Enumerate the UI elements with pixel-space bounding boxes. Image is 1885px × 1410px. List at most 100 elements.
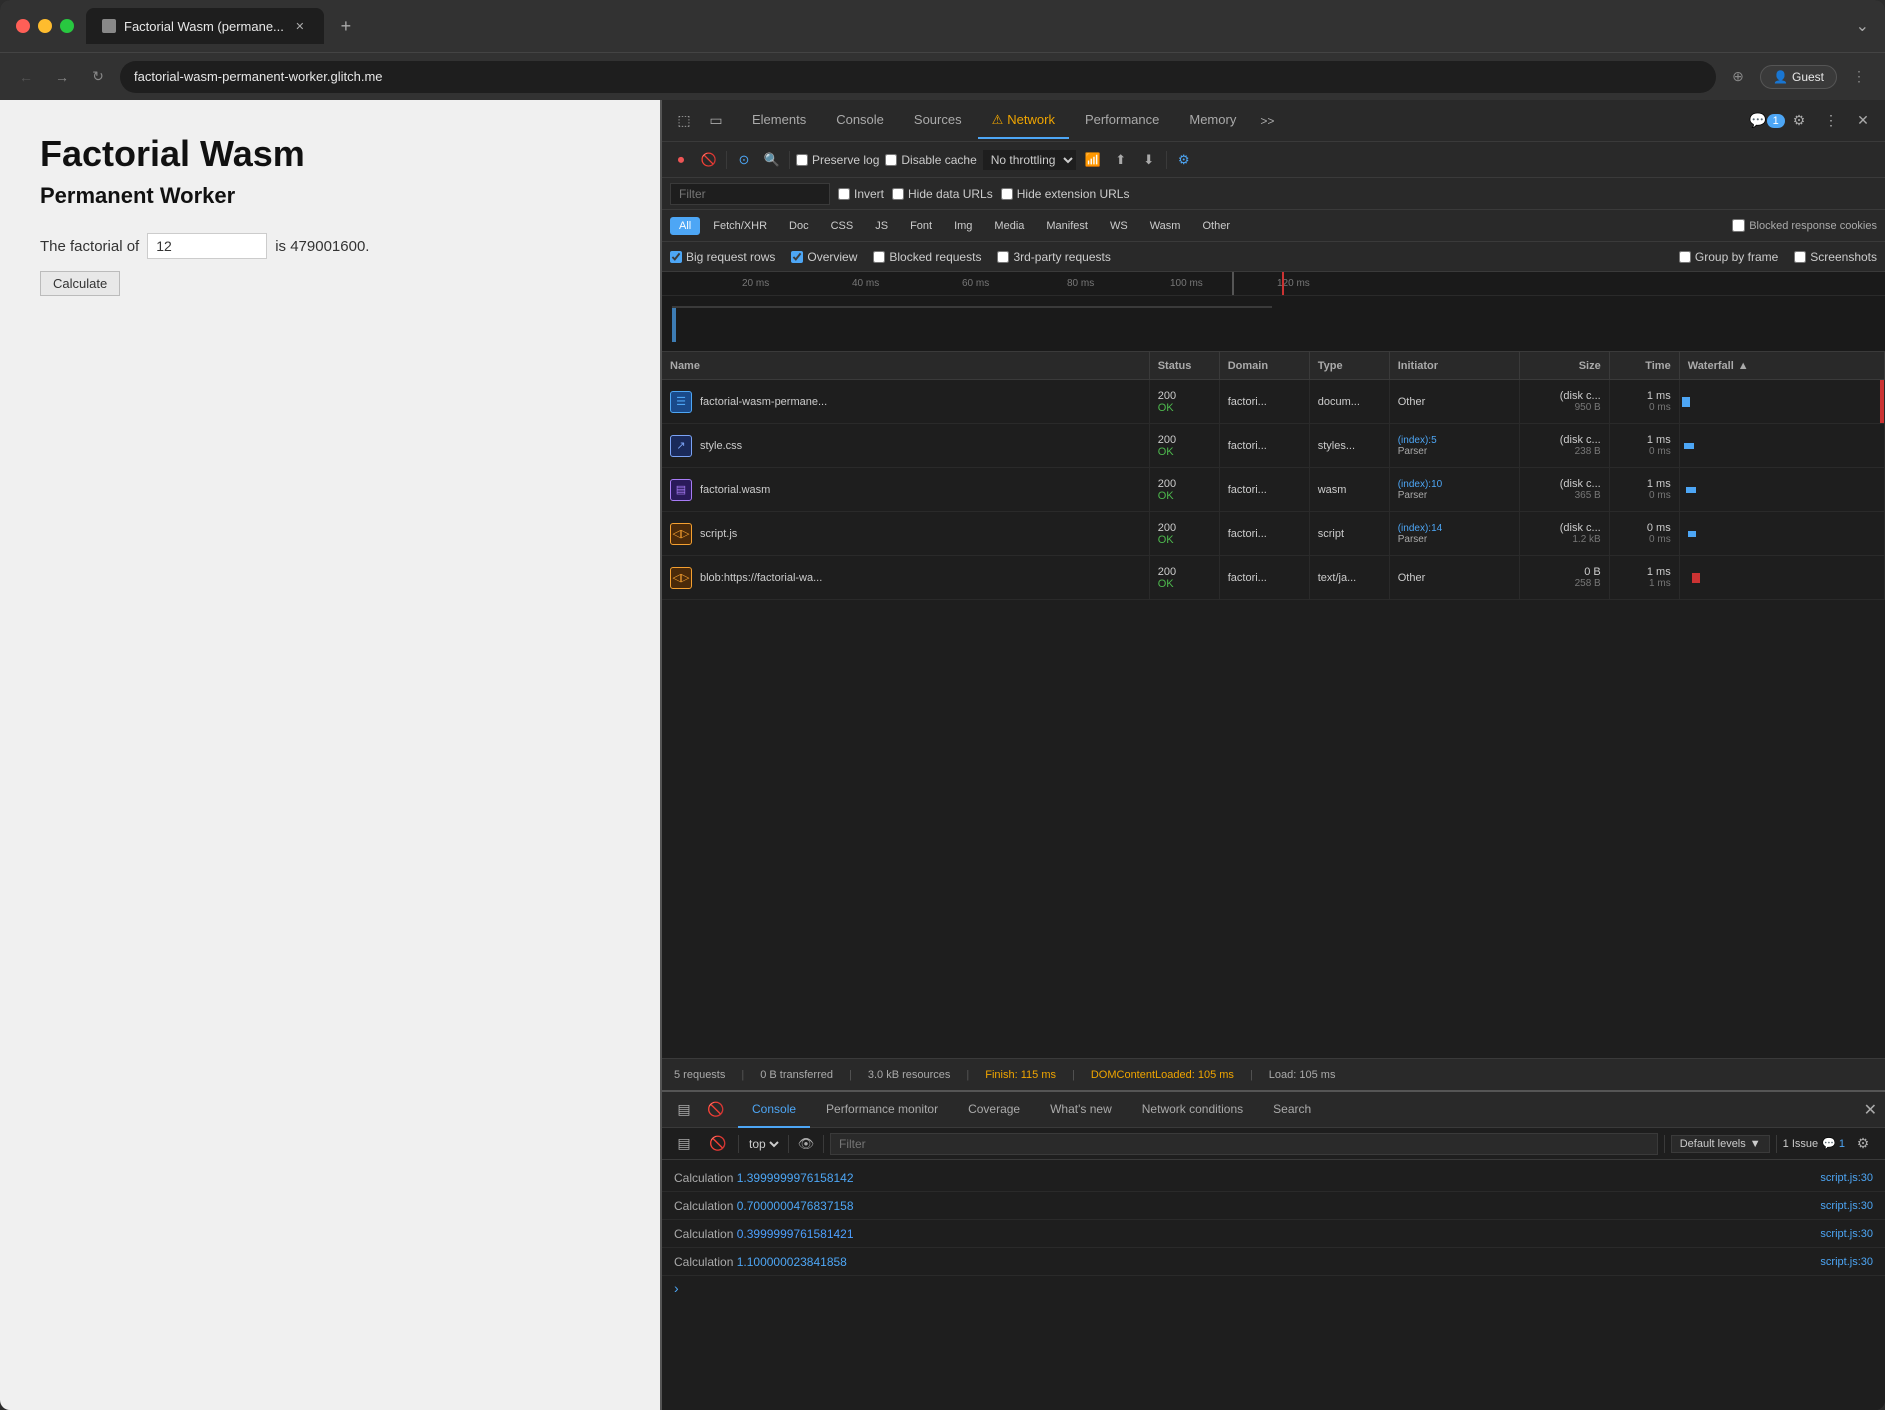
eye-icon[interactable]: 👁	[795, 1133, 817, 1155]
reload-btn[interactable]: ↻	[84, 63, 112, 91]
close-window-btn[interactable]	[16, 19, 30, 33]
import-icon[interactable]: ⬆	[1110, 149, 1132, 171]
address-input[interactable]	[120, 61, 1716, 93]
disable-cache-label[interactable]: Disable cache	[885, 153, 976, 167]
th-status[interactable]: Status	[1150, 352, 1220, 379]
blocked-cookies-checkbox[interactable]	[1732, 219, 1745, 232]
hide-ext-urls-checkbox[interactable]	[1001, 188, 1013, 200]
more-btn[interactable]: ⋮	[1845, 63, 1873, 91]
tab-memory[interactable]: Memory	[1175, 103, 1250, 139]
th-time[interactable]: Time	[1610, 352, 1680, 379]
calculate-button[interactable]: Calculate	[40, 271, 120, 296]
screenshots-label[interactable]: Screenshots	[1794, 250, 1877, 264]
default-levels-btn[interactable]: Default levels ▼	[1671, 1135, 1770, 1153]
bottom-panel-close-btn[interactable]: ✕	[1864, 1100, 1877, 1120]
third-party-checkbox[interactable]	[997, 251, 1009, 263]
filter-other[interactable]: Other	[1193, 217, 1239, 235]
table-row[interactable]: ▤ factorial.wasm 200 OK factori... wasm …	[662, 468, 1885, 512]
hide-ext-urls-label[interactable]: Hide extension URLs	[1001, 187, 1130, 201]
console-top-icon[interactable]: ▤	[670, 1130, 698, 1158]
th-domain[interactable]: Domain	[1220, 352, 1310, 379]
filter-css[interactable]: CSS	[822, 217, 863, 235]
context-select[interactable]: top	[745, 1136, 782, 1152]
big-rows-label[interactable]: Big request rows	[670, 250, 775, 264]
settings-icon[interactable]: ⚙	[1785, 107, 1813, 135]
export-icon[interactable]: ⬇	[1138, 149, 1160, 171]
bt-tab-coverage[interactable]: Coverage	[954, 1092, 1034, 1128]
console-link-1[interactable]: script.js:30	[1820, 1172, 1873, 1184]
more-tabs-btn[interactable]: >>	[1252, 114, 1282, 128]
bt-tab-whatsnew[interactable]: What's new	[1036, 1092, 1126, 1128]
clear-btn[interactable]: 🚫	[698, 149, 720, 171]
console-link-4[interactable]: script.js:30	[1820, 1256, 1873, 1268]
new-tab-btn[interactable]: +	[332, 12, 360, 40]
preserve-log-checkbox[interactable]	[796, 154, 808, 166]
disable-cache-checkbox[interactable]	[885, 154, 897, 166]
hide-data-urls-label[interactable]: Hide data URLs	[892, 187, 993, 201]
search-icon[interactable]: 🔍	[761, 149, 783, 171]
bt-tab-network-conditions[interactable]: Network conditions	[1128, 1092, 1257, 1128]
table-row[interactable]: ☰ factorial-wasm-permane... 200 OK facto…	[662, 380, 1885, 424]
th-waterfall[interactable]: Waterfall ▲	[1680, 352, 1885, 379]
console-sidebar-icon[interactable]: ▤	[670, 1096, 698, 1124]
issues-btn[interactable]: 1 Issue 💬 1 ⚙	[1783, 1130, 1877, 1158]
invert-label[interactable]: Invert	[838, 187, 884, 201]
filter-doc[interactable]: Doc	[780, 217, 818, 235]
filter-manifest[interactable]: Manifest	[1037, 217, 1097, 235]
big-rows-checkbox[interactable]	[670, 251, 682, 263]
bt-tab-performance[interactable]: Performance monitor	[812, 1092, 952, 1128]
blocked-requests-checkbox[interactable]	[873, 251, 885, 263]
th-initiator[interactable]: Initiator	[1390, 352, 1520, 379]
throttle-select[interactable]: No throttling	[983, 150, 1076, 170]
tab-expand-btn[interactable]: ⌄	[1856, 16, 1869, 36]
bt-tab-search[interactable]: Search	[1259, 1092, 1325, 1128]
tab-performance[interactable]: Performance	[1071, 103, 1173, 139]
tab-console[interactable]: Console	[822, 103, 898, 139]
cursor-icon[interactable]: ⬚	[670, 107, 698, 135]
screenshots-checkbox[interactable]	[1794, 251, 1806, 263]
network-filter-input[interactable]	[670, 183, 830, 205]
minimize-window-btn[interactable]	[38, 19, 52, 33]
issues-icon[interactable]: 💬 1	[1753, 107, 1781, 135]
tab-elements[interactable]: Elements	[738, 103, 820, 139]
filter-all[interactable]: All	[670, 217, 700, 235]
filter-wasm[interactable]: Wasm	[1141, 217, 1190, 235]
third-party-label[interactable]: 3rd-party requests	[997, 250, 1110, 264]
device-icon[interactable]: ▭	[702, 107, 730, 135]
forward-btn[interactable]: →	[48, 63, 76, 91]
zoom-btn[interactable]: ⊕	[1724, 63, 1752, 91]
network-table[interactable]: Name Status Domain Type Initiator Size T…	[662, 352, 1885, 1058]
table-row[interactable]: ↗ style.css 200 OK factori... styles... …	[662, 424, 1885, 468]
th-type[interactable]: Type	[1310, 352, 1390, 379]
table-row[interactable]: ◁▷ script.js 200 OK factori... script (i…	[662, 512, 1885, 556]
record-btn[interactable]: ⏺	[670, 149, 692, 171]
console-block-icon[interactable]: 🚫	[704, 1130, 732, 1158]
tab-close-btn[interactable]: ✕	[292, 18, 308, 34]
tab-network[interactable]: ⚠ Network	[978, 103, 1069, 139]
hide-data-urls-checkbox[interactable]	[892, 188, 904, 200]
more-devtools-btn[interactable]: ⋮	[1817, 107, 1845, 135]
factorial-input[interactable]	[147, 233, 267, 259]
filter-media[interactable]: Media	[985, 217, 1033, 235]
bt-tab-console[interactable]: Console	[738, 1092, 810, 1128]
back-btn[interactable]: ←	[12, 63, 40, 91]
group-by-frame-label[interactable]: Group by frame	[1679, 250, 1778, 264]
filter-ws[interactable]: WS	[1101, 217, 1137, 235]
network-conditions-icon[interactable]: 📶	[1082, 149, 1104, 171]
overview-checkbox[interactable]	[791, 251, 803, 263]
guest-btn[interactable]: 👤 Guest	[1760, 65, 1837, 89]
active-tab[interactable]: Factorial Wasm (permane... ✕	[86, 8, 324, 44]
maximize-window-btn[interactable]	[60, 19, 74, 33]
issues-settings-icon[interactable]: ⚙	[1849, 1130, 1877, 1158]
settings-network-icon[interactable]: ⚙	[1173, 149, 1195, 171]
console-clear-icon[interactable]: 🚫	[702, 1096, 730, 1124]
console-link-3[interactable]: script.js:30	[1820, 1228, 1873, 1240]
filter-img[interactable]: Img	[945, 217, 981, 235]
filter-font[interactable]: Font	[901, 217, 941, 235]
console-link-2[interactable]: script.js:30	[1820, 1200, 1873, 1212]
preserve-log-label[interactable]: Preserve log	[796, 153, 879, 167]
th-name[interactable]: Name	[662, 352, 1150, 379]
blocked-requests-label[interactable]: Blocked requests	[873, 250, 981, 264]
overview-label[interactable]: Overview	[791, 250, 857, 264]
close-devtools-btn[interactable]: ✕	[1849, 107, 1877, 135]
